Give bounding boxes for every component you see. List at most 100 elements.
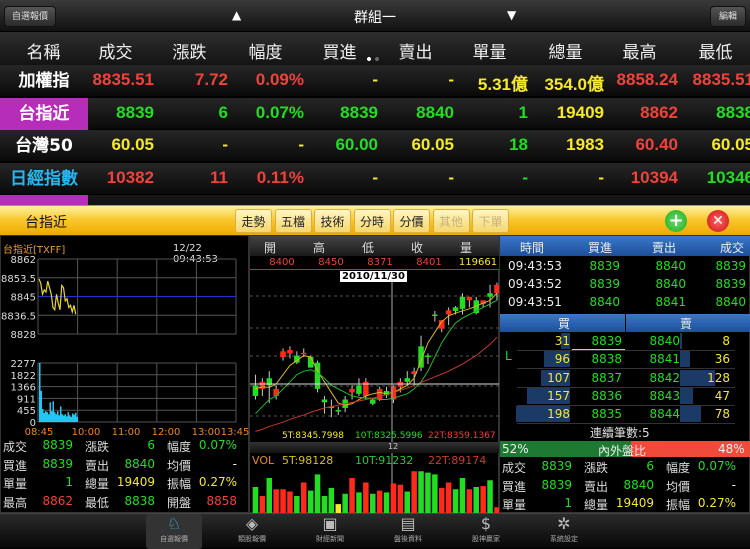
group-title[interactable]: 群組一 [300, 7, 450, 27]
quote-row[interactable]: 加權指 8835.51 7.72 0.09% - -5.31億 354.0億 8858.24 8… [0, 65, 750, 97]
watchlist-button[interactable]: 自選報價 [4, 6, 56, 27]
tab-bar-item[interactable]: ▤ 盤後資料 [380, 514, 436, 549]
tab-技術[interactable]: 技術 [314, 209, 351, 233]
stock-name[interactable]: 台灣50 [0, 130, 88, 162]
tab-分價[interactable]: 分價 [393, 209, 430, 233]
cell-賣出: 60.05 [411, 135, 454, 154]
volume-bar [52, 401, 54, 422]
tab-bar-item[interactable]: ◈ 類股報價 [224, 514, 280, 549]
tick-price: 8839 [715, 277, 746, 291]
price-tick: 8828 [11, 330, 36, 341]
volume-bar [48, 414, 50, 422]
add-icon[interactable]: + [665, 210, 687, 232]
tab-分時[interactable]: 分時 [353, 209, 391, 233]
cell-買進: - [372, 167, 378, 187]
volume-bar [459, 478, 466, 514]
inner-pct: 52% [502, 442, 529, 456]
stat-label: 成交 [502, 461, 527, 475]
ohlc-header: 開 [264, 241, 277, 255]
volume-bar [70, 416, 72, 422]
volume-label: 5T:98128 [282, 454, 334, 467]
volume-tick: 2277 [11, 359, 36, 370]
stock-name[interactable]: 台指近 [0, 97, 88, 130]
stock-name[interactable]: 日經指數 [0, 163, 88, 195]
volume-bar [397, 484, 404, 514]
stat-value: 6 [147, 438, 155, 452]
volume-bar [259, 496, 266, 514]
cell-漲跌: 7.72 [194, 70, 228, 89]
volume-bar [54, 412, 56, 422]
volume-bar [57, 411, 59, 422]
gears-icon: ✲ [557, 514, 571, 533]
tab-bar-item[interactable]: $ 股神贏家 [458, 514, 514, 549]
candle [280, 351, 286, 357]
price-tick: 8853.5 [1, 274, 36, 285]
bid-volume: 96 [554, 352, 570, 367]
tab-五檔[interactable]: 五檔 [274, 209, 312, 233]
tick-time: 09:43:51 [508, 295, 562, 309]
category-icon: ◈ [245, 514, 259, 533]
cell-最高: 10394 [630, 167, 678, 187]
volume-bar [439, 487, 445, 514]
tick-time: 09:43:52 [508, 277, 562, 291]
column-header-2[interactable]: 漲跌 [152, 38, 227, 63]
close-icon[interactable]: ✕ [707, 210, 729, 232]
page-indicator [367, 57, 381, 61]
tick-time: 09:43:53 [508, 259, 562, 273]
quote-row[interactable]: 台指近 8839 6 0.07% 8839 8840 1 19409 8862 8838 [0, 97, 750, 130]
volume-bar [287, 491, 293, 514]
cell-最低: 8838 [716, 102, 750, 122]
stat-label: 開盤 [167, 495, 192, 510]
quote-row[interactable]: 日經指數 10382 11 0.11% - - - - 10394 10346 [0, 162, 750, 195]
ohlc-value: 8400 [269, 257, 295, 268]
volume-bar [294, 496, 300, 514]
candle [452, 307, 459, 311]
volume-bar [273, 489, 279, 514]
volume-bar [390, 483, 397, 514]
volume-bar [43, 412, 45, 422]
next-group-arrow-icon[interactable]: ▼ [507, 8, 516, 22]
stat-value: 8838 [124, 493, 155, 508]
volume-bar [418, 471, 424, 514]
column-header-0[interactable]: 名稱 [6, 38, 81, 63]
dollar-icon: $ [480, 514, 492, 533]
column-header-4[interactable]: 買進 [302, 38, 377, 63]
ask-volume: 78 [714, 407, 730, 422]
volume-bar [67, 412, 69, 422]
detail-bar: 台指近 走勢 五檔 技術 分時 分價 其他 下單 + ✕ [0, 205, 750, 235]
stat-label: 漲跌 [85, 440, 110, 454]
column-header: 名稱 成交 漲跌 幅度 買進 賣出 單量 總量 最高 最低 [0, 32, 750, 65]
volume-tick: 1822 [11, 371, 36, 382]
tv-icon: ▣ [322, 514, 338, 533]
tab-bar-item[interactable]: ✲ 系統設定 [536, 514, 592, 549]
ask-volume: 47 [714, 388, 730, 403]
stock-name[interactable]: 加權指 [0, 65, 88, 97]
tick-header: 時間 [520, 241, 545, 255]
tab-bar-item[interactable]: ▣ 財經新聞 [302, 514, 358, 549]
tab-bar-item[interactable]: ♘ 自選報價 [146, 514, 202, 549]
column-header-8[interactable]: 最高 [602, 38, 677, 63]
cell-最低: 10346 [706, 167, 750, 187]
column-header-6[interactable]: 單量 [452, 38, 527, 63]
cell-總量: - [598, 167, 604, 187]
quote-row[interactable]: 台灣50 60.05 - - 60.00 60.05 18 1983 60.40 60.05 [0, 130, 750, 162]
tab-其他[interactable]: 其他 [432, 209, 470, 233]
column-header-1[interactable]: 成交 [78, 38, 153, 63]
bid-price: 8839 [591, 334, 622, 348]
order-book-panel: 時間 買進 賣出 成交 09:43:53 8839 8840 8839 09:43:52 8839… [499, 235, 750, 513]
column-header-9[interactable]: 最低 [678, 38, 750, 63]
column-header-5[interactable]: 賣出 [378, 38, 453, 63]
stat-value: 1 [564, 496, 572, 510]
stat-label: 賣出 [584, 479, 609, 494]
prev-group-arrow-icon[interactable]: ▲ [232, 8, 241, 22]
tab-走勢[interactable]: 走勢 [235, 209, 272, 233]
cell-單量: - [522, 167, 528, 187]
tab-下單[interactable]: 下單 [472, 209, 509, 233]
edit-button[interactable]: 編輯 [710, 6, 746, 27]
tick-price: 8839 [589, 259, 620, 273]
stat-label: 成交 [3, 440, 28, 454]
cell-漲跌: 11 [210, 167, 228, 187]
column-header-7[interactable]: 總量 [528, 38, 603, 63]
column-header-3[interactable]: 幅度 [228, 38, 303, 63]
cell-最高: 60.40 [635, 135, 678, 154]
